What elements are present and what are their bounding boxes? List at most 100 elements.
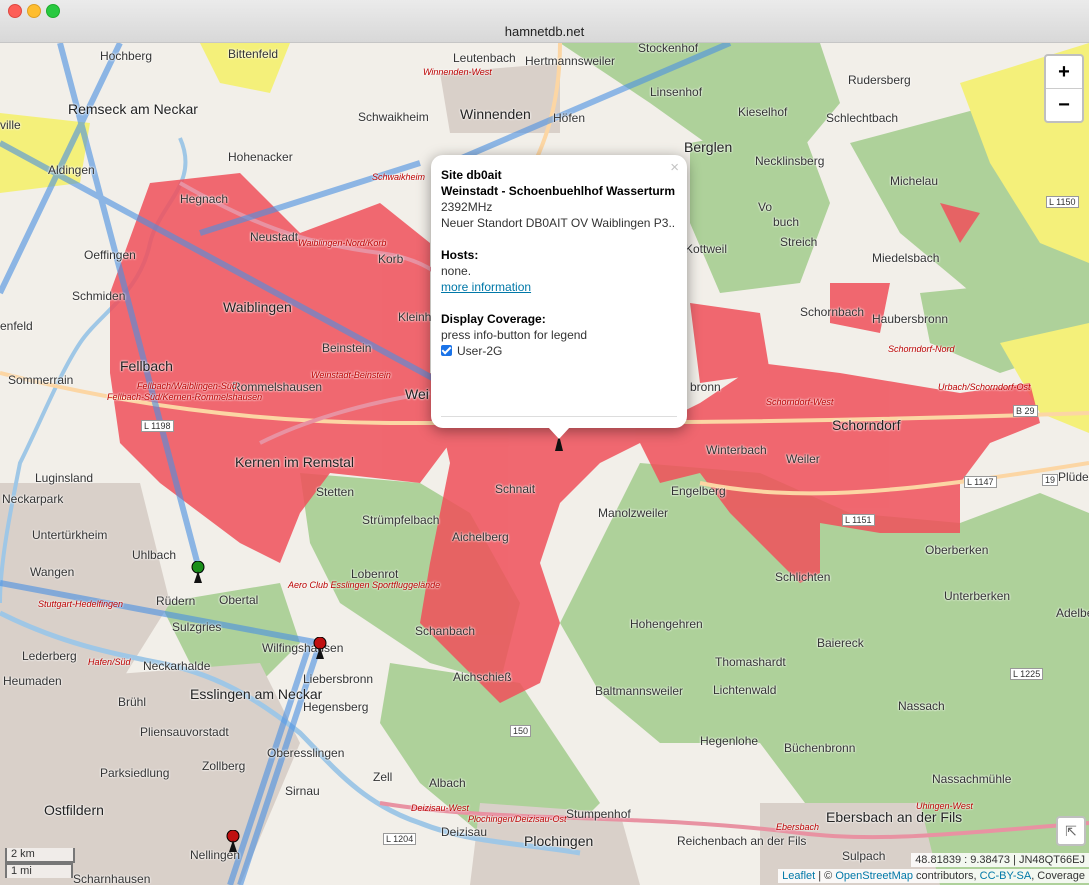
place-label: Hegnach xyxy=(180,192,229,206)
place-label: Streich xyxy=(780,235,818,249)
scale-bar: 2 km 1 mi xyxy=(5,848,75,878)
place-label: Kottweil xyxy=(685,242,728,256)
license-link[interactable]: CC-BY-SA xyxy=(980,870,1032,882)
place-label: Lobenrot xyxy=(351,567,399,581)
place-label: Lederberg xyxy=(22,649,77,663)
road-junction-label: Schorndorf-West xyxy=(766,397,834,407)
coverage-checkbox[interactable] xyxy=(441,345,452,356)
coverage-option-row[interactable]: User-2G xyxy=(441,343,681,359)
road-number-label: L 1225 xyxy=(1010,668,1044,680)
place-label: Kieselhof xyxy=(738,105,788,119)
place-label: Sommerrain xyxy=(8,373,74,387)
attribution: Leaflet | © OpenStreetMap contributors, … xyxy=(778,869,1089,883)
road-junction-label: Weinstadt-Beinstein xyxy=(311,370,391,380)
place-label: Miedelsbach xyxy=(872,251,940,265)
place-label: Neckarpark xyxy=(2,492,64,506)
road-junction-label: Uhingen-West xyxy=(916,801,973,811)
place-label: Baiereck xyxy=(817,636,864,650)
close-window-button[interactable] xyxy=(8,4,22,18)
road-junction-label: Winnenden-West xyxy=(423,67,492,77)
place-label: Schlechtbach xyxy=(826,111,899,125)
place-label: Leutenbach xyxy=(453,51,516,65)
more-information-link[interactable]: more information xyxy=(441,279,681,295)
road-junction-label: Fellbach-Süd/Kernen-Rommelshausen xyxy=(107,392,263,402)
place-label: Unterberken xyxy=(944,589,1011,603)
fullscreen-button[interactable]: ⇱ xyxy=(1056,816,1086,846)
place-label: Schornbach xyxy=(800,305,865,319)
place-label: Fellbach xyxy=(120,358,173,374)
place-label: Thomashardt xyxy=(715,655,786,669)
place-label: Bittenfeld xyxy=(228,47,279,61)
place-label: Stumpenhof xyxy=(566,807,631,821)
popup-separator xyxy=(441,416,677,417)
popup-site-id: Site db0ait xyxy=(441,168,502,182)
place-label: Plochingen xyxy=(524,833,594,849)
zoom-control: + − xyxy=(1044,54,1084,123)
place-label: Schorndorf xyxy=(832,417,901,433)
site-popup: × Site db0ait Weinstadt - Schoenbuehlhof… xyxy=(431,155,687,439)
place-label: Manolzweiler xyxy=(598,506,669,520)
place-label: Hegensberg xyxy=(303,700,369,714)
place-label: Sulzgries xyxy=(172,620,222,634)
road-number-label: 150 xyxy=(510,725,532,737)
place-label: Hegenlohe xyxy=(700,734,759,748)
place-label: Schlichten xyxy=(775,570,831,584)
place-label: Oberesslingen xyxy=(267,746,345,760)
site-marker-red-2[interactable] xyxy=(226,830,240,852)
osm-link[interactable]: OpenStreetMap xyxy=(835,870,913,882)
place-label: Neustadt xyxy=(250,230,299,244)
place-label: Stetten xyxy=(316,485,355,499)
road-junction-label: Hafen/Süd xyxy=(88,657,131,667)
place-label: Obertal xyxy=(219,593,259,607)
road-junction-label: Schorndorf-Nord xyxy=(888,344,955,354)
zoom-in-button[interactable]: + xyxy=(1046,56,1082,88)
place-label: Baltmannsweiler xyxy=(595,684,684,698)
place-label: Aldingen xyxy=(48,163,95,177)
place-label: Kernen im Remstal xyxy=(235,454,355,470)
popup-site-name: Weinstadt - Schoenbuehlhof Wasserturm xyxy=(441,184,676,198)
place-label: Remseck am Neckar xyxy=(68,101,198,117)
zoom-out-button[interactable]: − xyxy=(1046,88,1082,121)
coordinate-readout: 48.81839 : 9.38473 | JN48QT66EJ xyxy=(911,853,1089,867)
place-label: Hertmannsweiler xyxy=(525,54,616,68)
expand-icon: ⇱ xyxy=(1065,823,1077,839)
zoom-window-button[interactable] xyxy=(46,4,60,18)
popup-frequency: 2392MHz xyxy=(441,200,493,214)
place-label: Beinstein xyxy=(322,341,372,355)
place-label: Nassachmühle xyxy=(932,772,1012,786)
place-label: ville xyxy=(0,118,21,132)
place-label: Zollberg xyxy=(202,759,246,773)
place-label: Scharnhausen xyxy=(73,872,151,885)
place-label: Liebersbronn xyxy=(303,672,374,686)
place-label: Oberberken xyxy=(925,543,989,557)
place-label: Weiler xyxy=(786,452,820,466)
place-label: enfeld xyxy=(0,319,33,333)
place-label: bronn xyxy=(690,380,721,394)
place-label: Wilfingshausen xyxy=(262,641,344,655)
window-titlebar: hamnetdb.net xyxy=(0,0,1089,43)
site-marker-red-1[interactable] xyxy=(313,637,327,659)
place-label: Schmiden xyxy=(72,289,126,303)
place-label: Lichtenwald xyxy=(713,683,777,697)
road-junction-label: Fellbach/Waiblingen-Süd xyxy=(137,381,237,391)
place-label: Hohenacker xyxy=(228,150,293,164)
place-label: Plüder xyxy=(1058,470,1089,484)
place-label: Aichelberg xyxy=(452,530,509,544)
place-label: Wangen xyxy=(30,565,75,579)
place-label: Brühl xyxy=(118,695,147,709)
place-label: Necklinsberg xyxy=(755,154,825,168)
road-number-label: B 29 xyxy=(1013,405,1038,417)
road-junction-label: Deizisau-West xyxy=(411,803,469,813)
minimize-window-button[interactable] xyxy=(27,4,41,18)
popup-tip xyxy=(548,427,570,439)
place-label: Kleinh xyxy=(398,310,432,324)
place-label: Nassach xyxy=(898,699,945,713)
place-label: Winterbach xyxy=(706,443,767,457)
place-label: Schanbach xyxy=(415,624,476,638)
map-canvas[interactable]: Hochberg Bittenfeld Leutenbach Hertmannswei… xyxy=(0,43,1089,885)
leaflet-link[interactable]: Leaflet xyxy=(782,870,815,882)
site-marker-green[interactable] xyxy=(191,561,205,583)
road-junction-label: Plochingen/Deizisau-Ost xyxy=(468,814,567,824)
place-label: Büchenbronn xyxy=(784,741,856,755)
popup-hosts-label: Hosts: xyxy=(441,248,479,262)
